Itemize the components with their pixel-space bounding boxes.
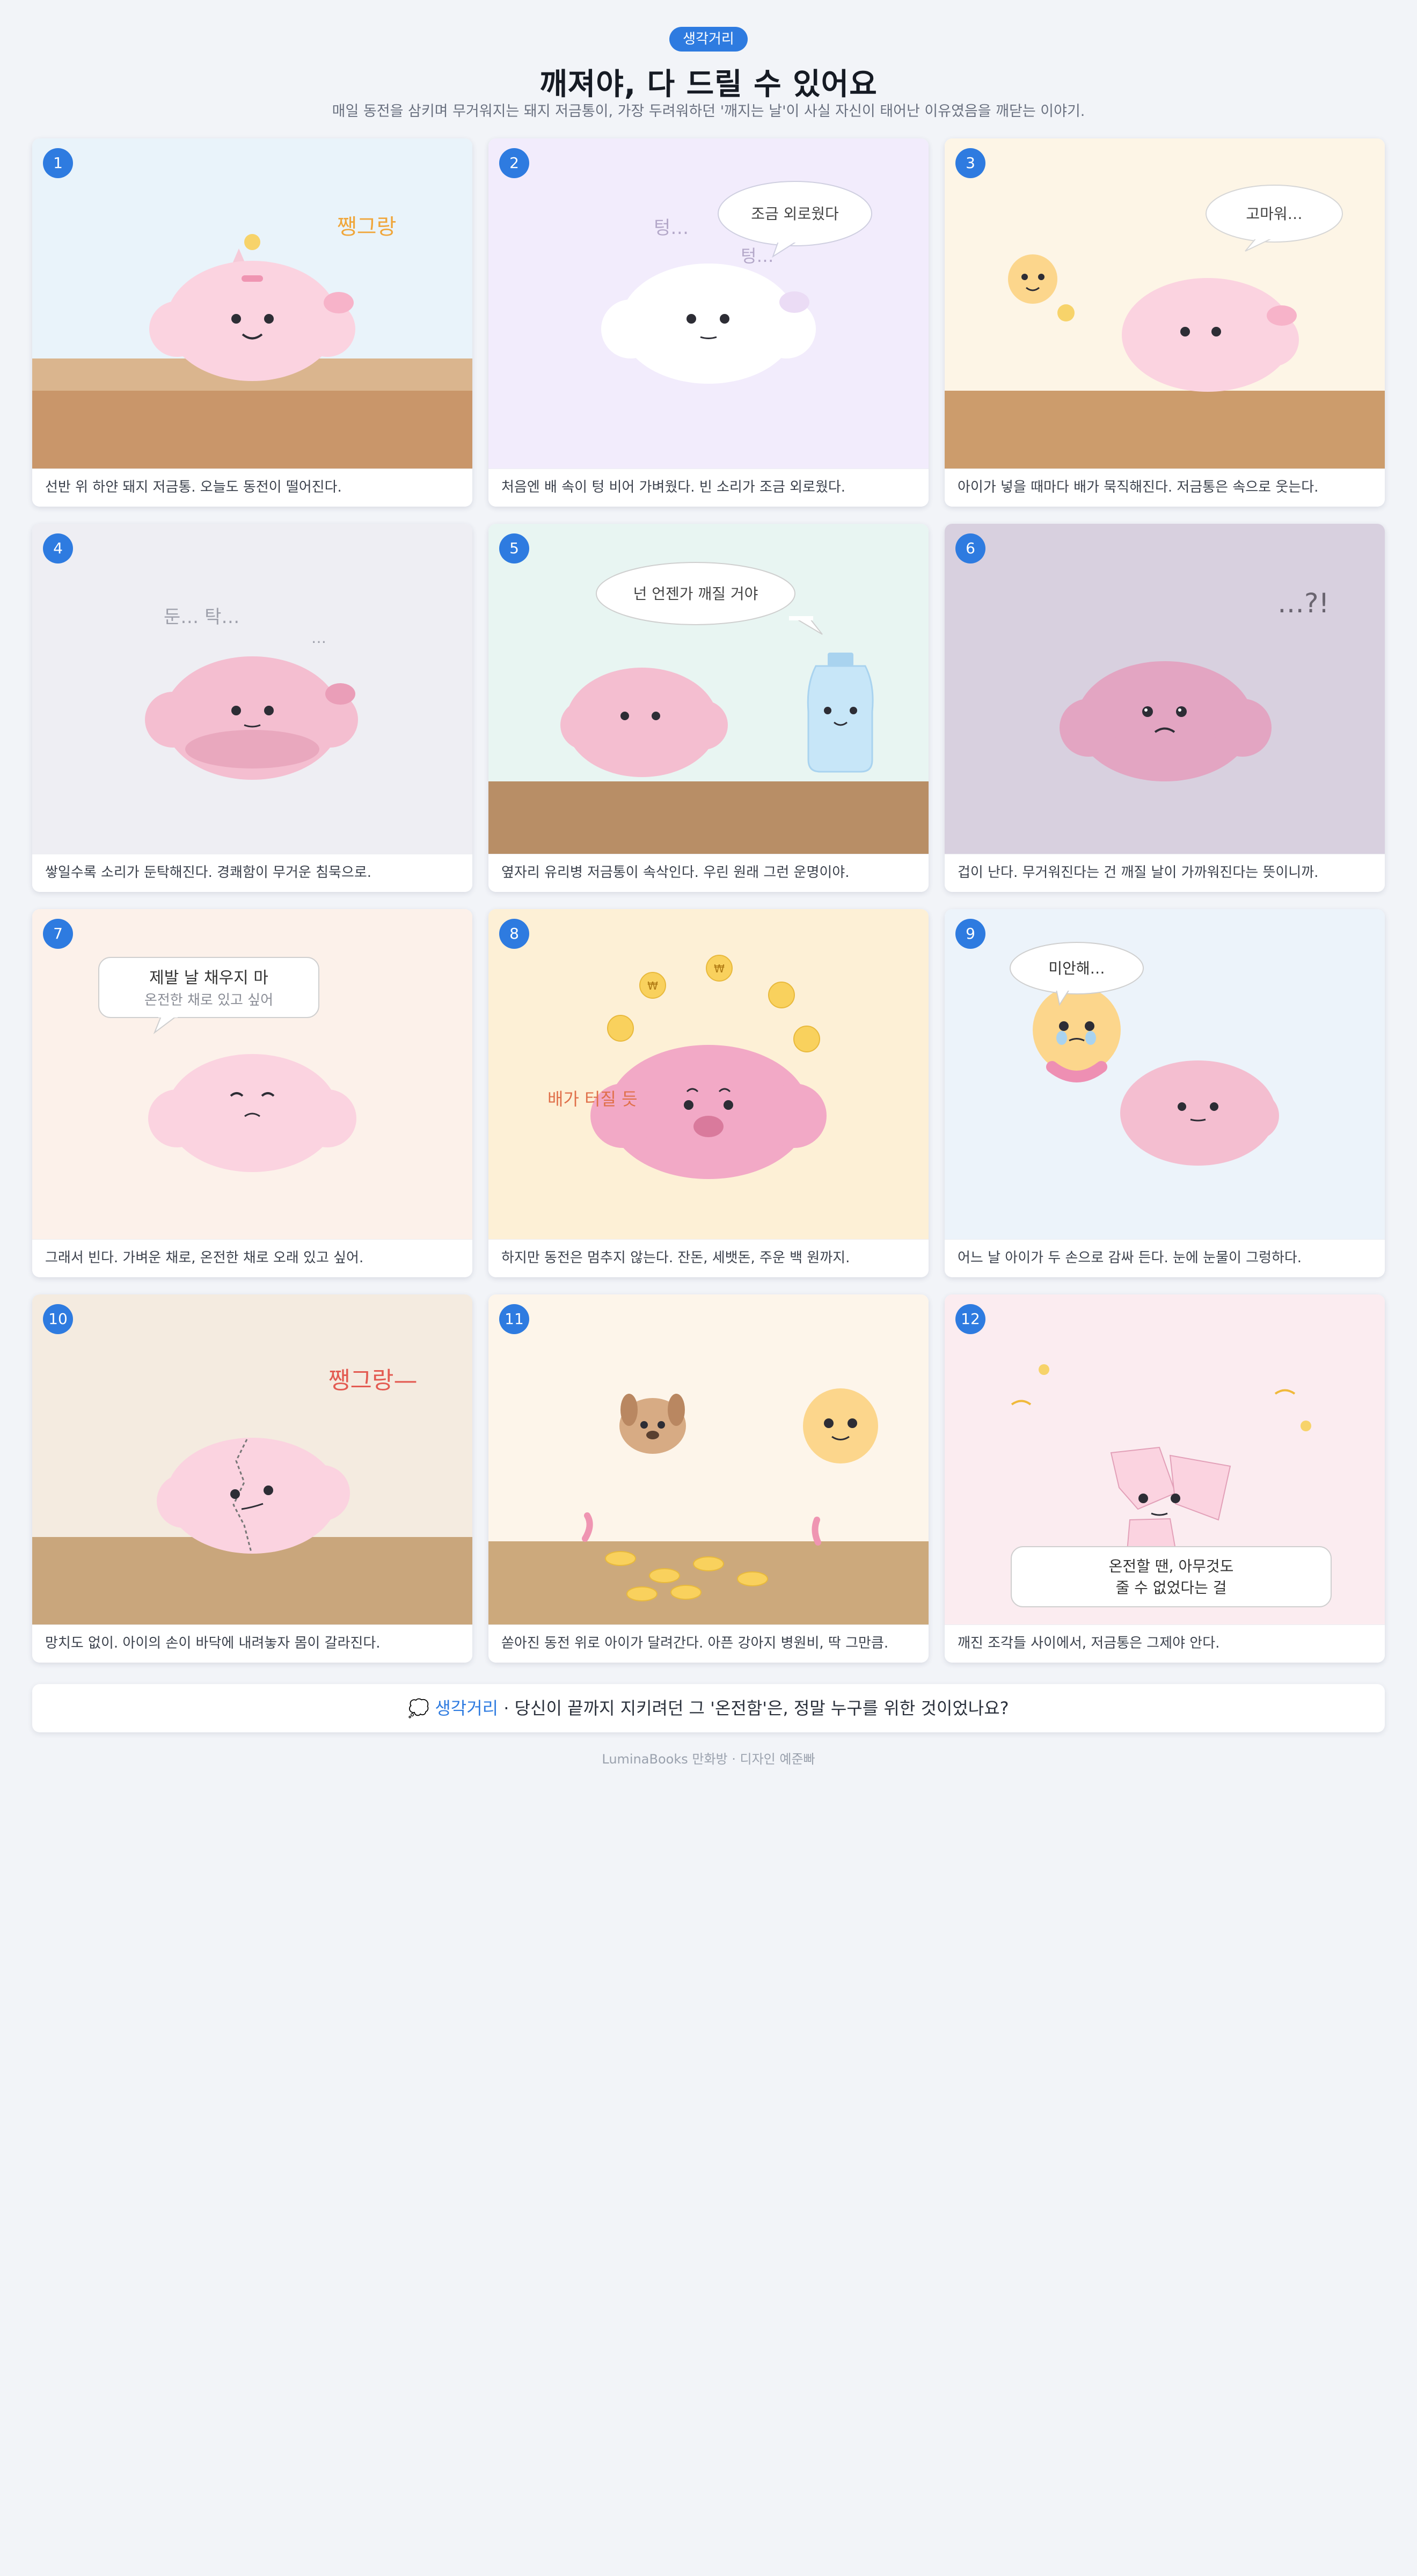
speech-bubble-text: 넌 언젠가 깨질 거야: [633, 585, 758, 603]
cracking-pig-illustration: 쨍그랑—: [32, 1367, 472, 1625]
sfx-text: …?!: [1277, 588, 1330, 619]
panel-scene: 미안해…: [945, 909, 1385, 1240]
panel-7: 7 제발 날 채우지 마 온전한 채로 있고 싶어 그래서 빈다. 가벼운 채로…: [32, 909, 472, 1277]
pig-and-glass-jar-illustration: 넌 언젠가 깨질 거야: [488, 562, 929, 854]
child-and-pig-illustration: 고마워…: [945, 185, 1385, 469]
panel-caption: 옆자리 유리병 저금통이 속삭인다. 우린 원래 그런 운명이야.: [488, 854, 929, 892]
panel-10: 10 쨍그랑— 망치도 없이. 아이의 손이 바닥에 내려놓자 몸이 갈라진다.: [32, 1294, 472, 1663]
panel-number: 7: [43, 919, 73, 949]
panel-caption: 겁이 난다. 무거워진다는 건 깨질 날이 가까워진다는 뜻이니까.: [945, 854, 1385, 892]
panel-number: 6: [955, 533, 985, 564]
discussion-text: · 당신이 끝까지 지키려던 그 '온전함'은, 정말 누구를 위한 것이었나요…: [498, 1698, 1009, 1718]
page-subtitle: 매일 동전을 삼키며 무거워지는 돼지 저금통이, 가장 두려워하던 '깨지는 …: [332, 103, 1085, 120]
panel-number: 1: [43, 148, 73, 178]
crying-child-illustration: 미안해…: [1010, 942, 1279, 1166]
coins-and-puppy-illustration: [488, 1388, 929, 1625]
panel-scene: 고마워…: [945, 138, 1385, 469]
scared-pig-illustration: …?!: [1060, 588, 1330, 781]
panel-number: 3: [955, 148, 985, 178]
sfx-text-2: …: [311, 629, 326, 647]
panel-scene: 넌 언젠가 깨질 거야: [488, 524, 929, 854]
panel-caption: 쌓일수록 소리가 둔탁해진다. 경쾌함이 무거운 침묵으로.: [32, 854, 472, 892]
panel-number: 11: [499, 1304, 529, 1334]
panel-3: 3 고마워… 아이가 넣을 때마다 배가 묵직해진다. 저금통은 속으로 웃는다…: [945, 138, 1385, 507]
discussion-question: 💭 생각거리 · 당신이 끝까지 지키려던 그 '온전함'은, 정말 누구를 위…: [32, 1684, 1385, 1732]
credit-line: LuminaBooks 만화방 · 디자인 예준빠: [602, 1752, 815, 1767]
panel-9: 9 미안해… 어느 날 아이가 두 손으로 감싸 든다. 눈에 눈물이 그렁하다…: [945, 909, 1385, 1277]
pig-bank-illustration: 쨍그랑: [32, 215, 472, 469]
sfx-text-2: 텅…: [741, 246, 773, 266]
panel-1: 1 쨍그랑 선반 위 하얀 돼지 저금통. 오늘도 동전이 떨어진다.: [32, 138, 472, 507]
sfx-text: 배가 터질 듯: [547, 1089, 638, 1109]
panel-number: 9: [955, 919, 985, 949]
speech-bubble-text: 미안해…: [1048, 960, 1105, 977]
broken-pieces-illustration: 온전할 땐, 아무것도 줄 수 없었다는 걸: [1011, 1364, 1332, 1607]
panel-scene: [488, 1294, 929, 1625]
panel-number: 4: [43, 533, 73, 564]
panel-number: 10: [43, 1304, 73, 1334]
speech-bubble-text: 조금 외로웠다: [751, 205, 838, 223]
sfx-text-1: 둔… 탁…: [164, 606, 239, 628]
panel-caption: 선반 위 하얀 돼지 저금통. 오늘도 동전이 떨어진다.: [32, 469, 472, 507]
panel-5: 5 넌 언젠가 깨질 거야 옆자리 유리병 저금통이 속삭인다. 우린 원래 그…: [488, 524, 929, 892]
category-tag: 생각거리: [669, 27, 748, 52]
panel-number: 8: [499, 919, 529, 949]
panel-number: 2: [499, 148, 529, 178]
panel-number: 12: [955, 1304, 985, 1334]
speech-bubble-line-2: 온전한 채로 있고 싶어: [144, 992, 273, 1008]
empty-pig-illustration: 조금 외로웠다 텅… 텅…: [601, 181, 872, 384]
panel-scene: 쨍그랑—: [32, 1294, 472, 1625]
coin-mark: ₩: [647, 979, 658, 992]
discussion-label: 생각거리: [435, 1698, 499, 1718]
panel-scene: ₩ ₩ 배가 터질 듯: [488, 909, 929, 1240]
panel-12: 12 온전할 땐, 아무것도 줄 수 없었다는 걸 깨진 조각들 사이에서, 저…: [945, 1294, 1385, 1663]
page-title: 깨져야, 다 드릴 수 있어요: [539, 67, 878, 102]
heavy-pig-illustration: 둔… 탁… …: [145, 606, 358, 780]
speech-bubble-text: 고마워…: [1246, 205, 1302, 223]
praying-pig-illustration: 제발 날 채우지 마 온전한 채로 있고 싶어: [98, 957, 356, 1172]
speech-bubble-line-1: 제발 날 채우지 마: [149, 969, 268, 987]
speech-bubble-line-1: 온전할 땐, 아무것도: [1109, 1557, 1234, 1575]
header: 생각거리 깨져야, 다 드릴 수 있어요 매일 동전을 삼키며 무거워지는 돼지…: [0, 0, 1417, 121]
panel-2: 2 조금 외로웠다 텅… 텅… 처음엔 배 속이 텅 비어 가벼웠다. 빈 소리…: [488, 138, 929, 507]
panel-number: 5: [499, 533, 529, 564]
panel-caption: 깨진 조각들 사이에서, 저금통은 그제야 안다.: [945, 1624, 1385, 1663]
panel-scene: 온전할 땐, 아무것도 줄 수 없었다는 걸: [945, 1294, 1385, 1625]
sfx-text: 쨍그랑: [337, 215, 396, 239]
stuffed-pig-illustration: ₩ ₩ 배가 터질 듯: [547, 955, 827, 1179]
panel-scene: 쨍그랑: [32, 138, 472, 469]
panel-caption: 쏟아진 동전 위로 아이가 달려간다. 아픈 강아지 병원비, 딱 그만큼.: [488, 1624, 929, 1663]
panel-scene: …?!: [945, 524, 1385, 854]
panel-4: 4 둔… 탁… … 쌓일수록 소리가 둔탁해진다. 경쾌함이 무거운 침묵으로.: [32, 524, 472, 892]
coin-mark: ₩: [714, 962, 725, 975]
panel-caption: 어느 날 아이가 두 손으로 감싸 든다. 눈에 눈물이 그렁하다.: [945, 1239, 1385, 1277]
sfx-text-1: 텅…: [654, 217, 689, 239]
panel-caption: 처음엔 배 속이 텅 비어 가벼웠다. 빈 소리가 조금 외로웠다.: [488, 469, 929, 507]
panel-caption: 아이가 넣을 때마다 배가 묵직해진다. 저금통은 속으로 웃는다.: [945, 469, 1385, 507]
thought-bubble-icon: 💭: [408, 1698, 430, 1718]
panel-caption: 망치도 없이. 아이의 손이 바닥에 내려놓자 몸이 갈라진다.: [32, 1624, 472, 1663]
panel-caption: 그래서 빈다. 가벼운 채로, 온전한 채로 오래 있고 싶어.: [32, 1239, 472, 1277]
speech-bubble-line-2: 줄 수 없었다는 걸: [1115, 1579, 1226, 1597]
panel-scene: 둔… 탁… …: [32, 524, 472, 854]
panel-scene: 제발 날 채우지 마 온전한 채로 있고 싶어: [32, 909, 472, 1240]
panel-11: 11 쏟아진 동전 위로 아이가 달려간다. 아픈 강아지 병원비, 딱 그만큼…: [488, 1294, 929, 1663]
panel-scene: 조금 외로웠다 텅… 텅…: [488, 138, 929, 469]
panel-6: 6 …?! 겁이 난다. 무거워진다는 건 깨질 날이 가까워진다는 뜻이니까.: [945, 524, 1385, 892]
sfx-text: 쨍그랑—: [328, 1367, 417, 1394]
panel-8: 8 ₩ ₩ 배가 터질 듯 하지만 동전은 멈추지 않는다. 잔돈, 세뱃돈, …: [488, 909, 929, 1277]
panel-caption: 하지만 동전은 멈추지 않는다. 잔돈, 세뱃돈, 주운 백 원까지.: [488, 1239, 929, 1277]
